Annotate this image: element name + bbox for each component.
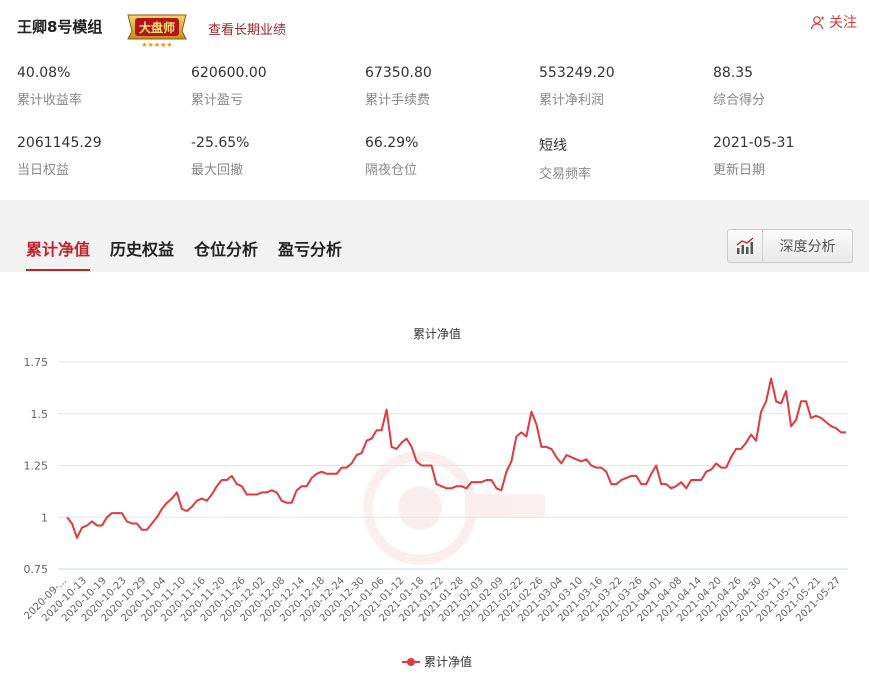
legend-label: 累计净值 [424,654,472,669]
stat-label: 最大回撤 [191,163,244,178]
follow-label: 关注 [829,15,857,31]
stat-score: 88.35 综合得分 [713,65,869,108]
y-tick-label: 0.75 [24,563,49,576]
stat-cumulative-fees: 67350.80 累计手续费 [365,65,535,108]
stat-overnight-position: 66.29% 隔夜仓位 [365,135,535,178]
stat-net-profit: 553249.20 累计净利润 [539,65,709,108]
stat-value: 40.08% [17,65,71,81]
tab-historical-equity[interactable]: 历史权益 [110,236,174,260]
badge-text: 大盘师 [139,20,175,35]
stat-label: 累计收益率 [17,93,83,108]
chart-legend[interactable]: 累计净值 [402,654,472,669]
stat-cumulative-return: 40.08% 累计收益率 [17,65,187,108]
active-tab-indicator [26,269,90,271]
stat-label: 当日权益 [17,163,70,178]
stat-value: 2021-05-31 [713,135,795,151]
deep-analysis-button[interactable]: 深度分析 [727,229,853,263]
stat-label: 综合得分 [713,93,766,108]
nav-line-chart: 累计净值 0.75 1 1.25 1.5 1.75 2020-09-...2020-10… [22,326,848,669]
follow-button[interactable]: 关注 [810,12,857,32]
y-axis: 0.75 1 1.25 1.5 1.75 [24,356,49,576]
stat-cumulative-pnl: 620600.00 累计盈亏 [191,65,361,108]
y-tick-label: 1.25 [24,460,49,473]
x-axis: 2020-09-...2020-10-132020-10-192020-10-2… [22,568,848,624]
stat-label: 累计盈亏 [191,93,244,108]
stat-value: 短线 [539,138,567,154]
y-tick-label: 1.5 [31,408,49,421]
stat-value: 66.29% [365,135,419,151]
strategy-title: 王卿8号模组 [17,18,103,36]
stat-value: 620600.00 [191,65,267,81]
nav-chart-container: 累计净值 0.75 1 1.25 1.5 1.75 2020-09-... 2020-10… [0,272,869,678]
stat-label: 累计净利润 [539,93,605,108]
chart-title: 累计净值 [413,326,461,341]
stat-label: 隔夜仓位 [365,163,418,178]
tab-pnl-analysis[interactable]: 盈亏分析 [278,236,342,260]
stat-value: 2061145.29 [17,135,102,151]
stat-label: 累计手续费 [365,93,431,108]
legend-marker [407,658,415,666]
stat-label: 更新日期 [713,163,766,178]
stat-daily-equity: 2061145.29 当日权益 [17,135,187,178]
tab-position-analysis[interactable]: 仓位分析 [194,236,258,260]
bar-chart-icon [736,237,754,254]
stat-value: 553249.20 [539,65,615,81]
tab-cumulative-nav[interactable]: 累计净值 [26,236,90,260]
chart-grid [58,361,848,570]
stat-update-date: 2021-05-31 更新日期 [713,135,869,178]
watermark-logo [363,451,545,565]
user-icon [810,15,824,29]
stat-value: 88.35 [713,65,754,81]
strategy-header: 王卿8号模组 大盘师 ★★★★★ 查看长期业绩 关注 40.08% 累计收益率 … [0,0,869,200]
series-line-cumulative-nav [66,377,846,539]
analysis-tabs: 累计净值 历史权益 仓位分析 盈亏分析 深度分析 [0,220,869,272]
y-tick-label: 1 [41,511,48,524]
stat-label: 交易频率 [539,167,592,182]
stat-value: -25.65% [191,135,250,151]
badge-stars: ★★★★★ [141,41,172,49]
long-term-performance-link[interactable]: 查看长期业绩 [208,19,286,38]
section-divider [0,200,869,220]
y-tick-label: 1.75 [24,356,49,369]
master-badge-icon: 大盘师 ★★★★★ [127,14,187,49]
deep-analysis-label: 深度分析 [779,239,836,255]
stat-value: 67350.80 [365,65,432,81]
stat-max-drawdown: -25.65% 最大回撤 [191,135,361,178]
stat-trade-frequency: 短线 交易频率 [539,135,709,182]
